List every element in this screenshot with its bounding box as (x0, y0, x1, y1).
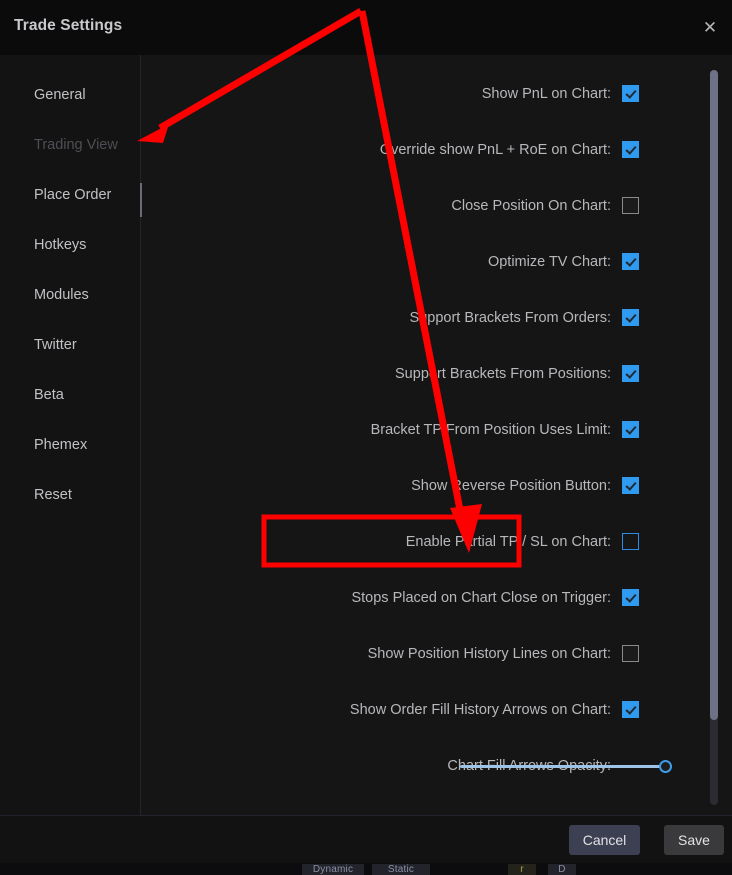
setting-checkbox[interactable] (622, 421, 639, 438)
setting-label: Show Reverse Position Button: (411, 478, 611, 494)
cancel-button[interactable]: Cancel (569, 825, 640, 855)
setting-row: Show Reverse Position Button: (141, 471, 701, 501)
setting-row: Support Brackets From Orders: (141, 303, 701, 333)
setting-label: Show Order Fill History Arrows on Chart: (349, 702, 611, 718)
setting-row: Chart Fill Arrows Opacity: (141, 751, 701, 781)
setting-checkbox[interactable] (622, 533, 639, 550)
background-chip: D (548, 864, 576, 875)
setting-checkbox[interactable] (622, 645, 639, 662)
setting-checkbox[interactable] (622, 365, 639, 382)
setting-checkbox[interactable] (622, 309, 639, 326)
opacity-slider[interactable] (460, 760, 672, 773)
setting-checkbox[interactable] (622, 589, 639, 606)
setting-label: Stops Placed on Chart Close on Trigger: (351, 590, 611, 606)
background-chip: Static (372, 864, 430, 875)
dialog-body: General Trading View Place Order Hotkeys Mod… (0, 55, 732, 815)
settings-content-pane: Show PnL on Chart: Override show PnL + Ro… (141, 55, 732, 815)
setting-row: Support Brackets From Positions: (141, 359, 701, 389)
settings-sidebar: General Trading View Place Order Hotkeys Mod… (0, 55, 140, 815)
setting-label: Enable Partial TP / SL on Chart: (405, 534, 611, 550)
sidebar-item-modules[interactable]: Modules (0, 280, 140, 310)
sidebar-item-hotkeys[interactable]: Hotkeys (0, 230, 140, 260)
trade-settings-dialog: Trade Settings ✕ General Trading View Plac… (0, 0, 732, 863)
sidebar-item-place-order[interactable]: Place Order (0, 180, 140, 210)
sidebar-item-general[interactable]: General (0, 80, 140, 110)
background-app-strip: Dynamic Static r D (0, 862, 732, 875)
setting-row: Override show PnL + RoE on Chart: (141, 135, 701, 165)
dialog-footer: Cancel Save (0, 815, 732, 863)
page-title: Trade Settings (14, 17, 123, 34)
background-chip: Dynamic (302, 864, 364, 875)
setting-label: Optimize TV Chart: (487, 254, 611, 270)
setting-label: Show PnL on Chart: (481, 86, 611, 102)
setting-row: Enable Partial TP / SL on Chart: (141, 527, 701, 557)
setting-row: Optimize TV Chart: (141, 247, 701, 277)
setting-row: Show PnL on Chart: (141, 79, 701, 109)
setting-label: Bracket TP From Position Uses Limit: (370, 422, 611, 438)
setting-label: Support Brackets From Orders: (409, 310, 611, 326)
setting-row: Bracket TP From Position Uses Limit: (141, 415, 701, 445)
setting-checkbox[interactable] (622, 477, 639, 494)
setting-row: Stops Placed on Chart Close on Trigger: (141, 583, 701, 613)
dialog-titlebar: Trade Settings ✕ (0, 0, 732, 56)
setting-row: Close Position On Chart: (141, 191, 701, 221)
setting-label: Override show PnL + RoE on Chart: (379, 142, 611, 158)
save-button[interactable]: Save (664, 825, 724, 855)
content-scrollbar-thumb[interactable] (710, 70, 718, 720)
slider-thumb[interactable] (659, 760, 672, 773)
setting-label: Close Position On Chart: (451, 198, 611, 214)
setting-row: Show Position History Lines on Chart: (141, 639, 701, 669)
setting-checkbox[interactable] (622, 141, 639, 158)
sidebar-item-twitter[interactable]: Twitter (0, 330, 140, 360)
setting-label: Support Brackets From Positions: (395, 366, 611, 382)
background-chip: r (508, 864, 536, 875)
setting-row: Show Order Fill History Arrows on Chart: (141, 695, 701, 725)
setting-checkbox[interactable] (622, 253, 639, 270)
setting-checkbox[interactable] (622, 85, 639, 102)
sidebar-item-beta[interactable]: Beta (0, 380, 140, 410)
close-icon[interactable]: ✕ (694, 12, 726, 44)
setting-checkbox[interactable] (622, 701, 639, 718)
slider-track[interactable] (460, 765, 672, 768)
setting-label: Show Position History Lines on Chart: (367, 646, 611, 662)
sidebar-item-reset[interactable]: Reset (0, 480, 140, 510)
setting-checkbox[interactable] (622, 197, 639, 214)
sidebar-item-phemex[interactable]: Phemex (0, 430, 140, 460)
sidebar-item-trading-view[interactable]: Trading View (0, 130, 140, 160)
